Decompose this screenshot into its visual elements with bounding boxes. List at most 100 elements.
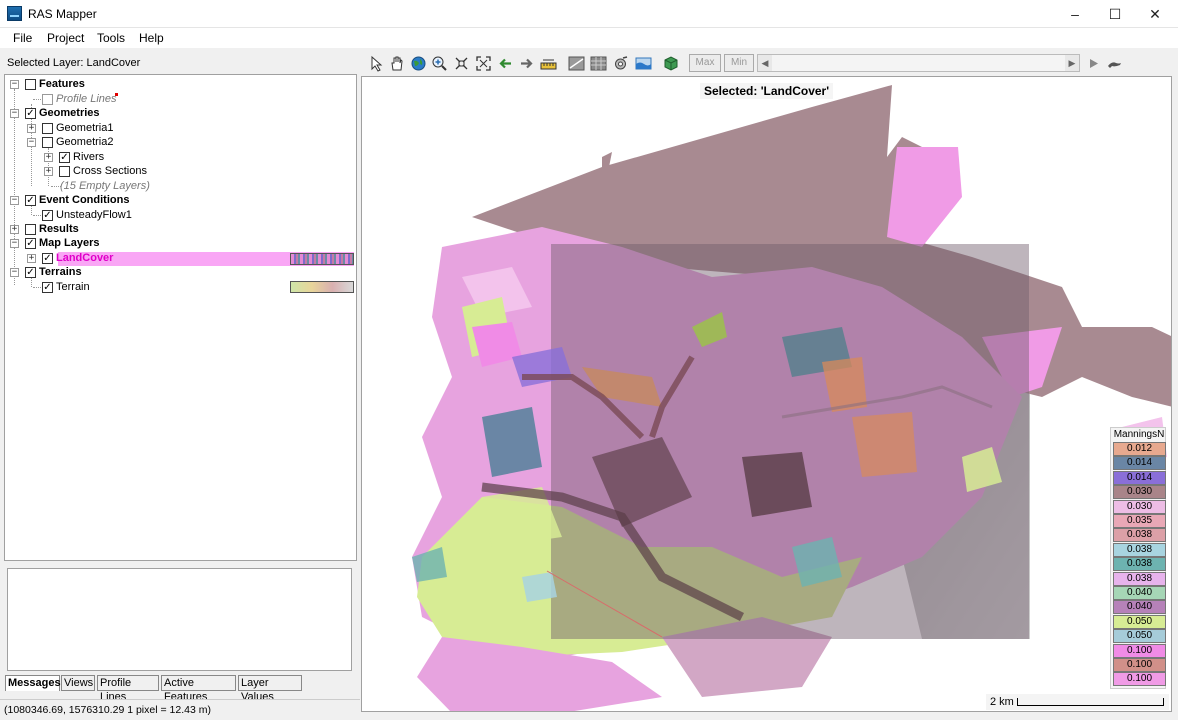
map-canvas[interactable]: Selected: 'LandCover' ManningsN 0.012 0.0… [361,76,1172,712]
close-button[interactable]: ✕ [1135,0,1175,28]
edit-indicator [115,93,118,96]
legend-entry: 0.050 [1113,629,1166,644]
terrain-legend-swatch[interactable] [290,281,354,293]
menu-bar: File Project Tools Help [0,28,1178,48]
legend-entry: 0.050 [1113,614,1166,629]
tab-active-features[interactable]: Active Features [161,675,236,703]
expand-geometria2-icon[interactable]: − [27,138,36,147]
legend-entry: 0.100 [1113,643,1166,658]
scroll-right-icon[interactable]: ▶ [1065,55,1079,71]
legend-entry: 0.038 [1113,542,1166,557]
tree-terrains[interactable]: Terrains [39,266,82,278]
measure-ruler-icon[interactable] [540,55,557,72]
expand-event-conditions-icon[interactable]: − [10,196,19,205]
tree-rivers[interactable]: Rivers [73,151,104,163]
legend-entry: 0.012 [1113,442,1166,456]
legend-entry: 0.014 [1113,470,1166,485]
terrain-checkbox[interactable]: ✓ [42,282,53,293]
legend-entry: 0.030 [1113,499,1166,514]
tree-cross-sections[interactable]: Cross Sections [73,165,147,177]
legend-entry: 0.038 [1113,528,1166,543]
tree-geometries[interactable]: Geometries [39,107,100,119]
globe-icon[interactable] [410,55,427,72]
tree-results[interactable]: Results [39,223,79,235]
title-bar: RAS Mapper – ☐ ✕ [0,0,1178,28]
3d-view-icon[interactable] [662,55,679,72]
expand-geometria1-icon[interactable]: + [27,124,36,133]
tab-layer-values[interactable]: Layer Values [238,675,302,703]
tab-views[interactable]: Views [61,675,95,691]
geometria1-checkbox[interactable] [42,123,53,134]
legend-entry: 0.100 [1113,672,1166,687]
legend-entry: 0.030 [1113,485,1166,500]
legend-entry: 0.100 [1113,658,1166,672]
water-surface-icon[interactable] [635,55,652,72]
geometria2-checkbox[interactable] [42,137,53,148]
animation-speed-icon[interactable] [1106,55,1123,72]
messages-panel[interactable] [7,568,352,671]
expand-terrains-icon[interactable]: − [10,268,19,277]
legend-entry: 0.040 [1113,600,1166,615]
back-arrow-icon[interactable] [497,55,514,72]
tab-profile-lines[interactable]: Profile Lines [97,675,159,703]
tree-empty-layers[interactable]: (15 Empty Layers) [60,180,150,192]
expand-geometries-icon[interactable]: − [10,109,19,118]
play-icon[interactable] [1085,55,1102,72]
legend-entry: 0.040 [1113,586,1166,600]
landcover-legend-swatch[interactable] [290,253,354,265]
select-arrow-icon[interactable] [368,55,385,72]
landcover-map-render [412,85,1171,711]
expand-cross-sections-icon[interactable]: + [44,167,53,176]
menu-project[interactable]: Project [47,31,84,45]
expand-landcover-icon[interactable]: + [27,254,36,263]
terrains-checkbox[interactable]: ✓ [25,267,36,278]
minimize-button[interactable]: – [1055,0,1095,28]
expand-results-icon[interactable]: + [10,225,19,234]
max-button[interactable]: Max [689,54,721,72]
map-layers-checkbox[interactable]: ✓ [25,238,36,249]
geometries-checkbox[interactable]: ✓ [25,108,36,119]
landcover-checkbox[interactable]: ✓ [42,253,53,264]
cross-sections-checkbox[interactable] [59,166,70,177]
legend-title: ManningsN [1113,429,1165,440]
tree-unsteadyflow1[interactable]: UnsteadyFlow1 [56,209,132,221]
mannings-legend: ManningsN 0.012 0.014 0.014 0.030 0.030 0.035… [1110,427,1166,689]
results-checkbox[interactable] [25,224,36,235]
tree-geometria1[interactable]: Geometria1 [56,122,113,134]
zoom-in-icon[interactable] [431,55,448,72]
tree-map-layers[interactable]: Map Layers [39,237,100,249]
tree-features[interactable]: Features [39,78,85,90]
tree-geometria2[interactable]: Geometria2 [56,136,113,148]
raster-grid-icon[interactable] [590,55,607,72]
full-extent-icon[interactable] [475,55,492,72]
menu-help[interactable]: Help [139,31,164,45]
legend-entry: 0.035 [1113,514,1166,528]
expand-features-icon[interactable]: − [10,80,19,89]
forward-arrow-icon[interactable] [518,55,535,72]
animation-time-slider[interactable]: ◀ ▶ [757,54,1080,72]
profile-lines-checkbox[interactable] [42,94,53,105]
scroll-left-icon[interactable]: ◀ [758,55,772,71]
min-button[interactable]: Min [724,54,754,72]
rivers-checkbox[interactable]: ✓ [59,152,70,163]
tree-profile-lines[interactable]: Profile Lines [56,93,117,105]
profile-line-icon[interactable] [568,55,585,72]
expand-map-layers-icon[interactable]: − [10,239,19,248]
pan-hand-icon[interactable] [388,55,405,72]
features-checkbox[interactable] [25,79,36,90]
tree-event-conditions[interactable]: Event Conditions [39,194,129,206]
menu-file[interactable]: File [13,31,32,45]
settings-tool-icon[interactable] [612,55,629,72]
tree-landcover[interactable]: LandCover [56,252,113,264]
maximize-button[interactable]: ☐ [1095,0,1135,28]
tab-messages[interactable]: Messages [5,675,61,691]
legend-entry: 0.014 [1113,456,1166,471]
event-conditions-checkbox[interactable]: ✓ [25,195,36,206]
menu-tools[interactable]: Tools [97,31,125,45]
tree-terrain[interactable]: Terrain [56,281,90,293]
zoom-extent-icon[interactable] [453,55,470,72]
expand-rivers-icon[interactable]: + [44,153,53,162]
status-bar: (1080346.69, 1576310.29 1 pixel = 12.43 … [0,699,360,720]
unsteadyflow1-checkbox[interactable]: ✓ [42,210,53,221]
scale-bar: 2 km [986,694,1169,710]
